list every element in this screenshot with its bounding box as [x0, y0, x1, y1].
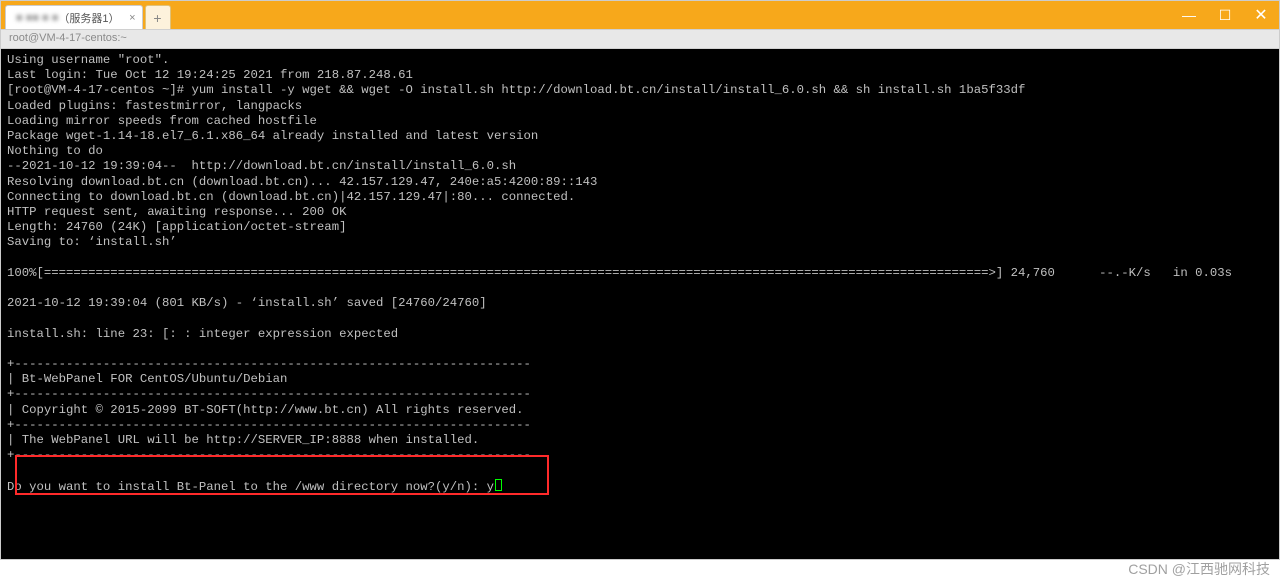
terminal-line: Using username "root".: [7, 53, 1273, 68]
terminal-line: [7, 251, 1273, 266]
terminal-line: Nothing to do: [7, 144, 1273, 159]
app-window: ■ ■■ ■ ■ （服务器1） × + — ☐ ✕ root@VM-4-17-c…: [0, 0, 1280, 560]
terminal-output[interactable]: Using username "root".Last login: Tue Oc…: [1, 49, 1279, 559]
watermark: CSDN @江西驰网科技: [1128, 559, 1270, 579]
close-window-icon: ✕: [1254, 5, 1267, 25]
terminal-line: HTTP request sent, awaiting response... …: [7, 205, 1273, 220]
terminal-line: [7, 311, 1273, 326]
tab-server-1[interactable]: ■ ■■ ■ ■ （服务器1） ×: [5, 5, 143, 29]
terminal-line: +---------------------------------------…: [7, 448, 1273, 463]
terminal-line: [root@VM-4-17-centos ~]# yum install -y …: [7, 83, 1273, 98]
terminal-line: --2021-10-12 19:39:04-- http://download.…: [7, 159, 1273, 174]
terminal-line: Connecting to download.bt.cn (download.b…: [7, 190, 1273, 205]
close-window-button[interactable]: ✕: [1243, 1, 1279, 29]
terminal-line: Last login: Tue Oct 12 19:24:25 2021 fro…: [7, 68, 1273, 83]
tab-strip: ■ ■■ ■ ■ （服务器1） × +: [1, 1, 171, 29]
maximize-icon: ☐: [1219, 7, 1232, 24]
new-tab-button[interactable]: +: [145, 5, 171, 29]
plus-icon: +: [153, 10, 161, 26]
minimize-icon: —: [1182, 7, 1196, 23]
terminal-line: +---------------------------------------…: [7, 357, 1273, 372]
close-icon[interactable]: ×: [129, 12, 135, 24]
tab-label-suffix: （服务器1）: [58, 10, 119, 26]
terminal-line: | Bt-WebPanel FOR CentOS/Ubuntu/Debian: [7, 372, 1273, 387]
terminal-line: [7, 463, 1273, 478]
tab-label-blurred: ■ ■■ ■ ■: [16, 12, 58, 24]
terminal-line: install.sh: line 23: [: : integer expres…: [7, 327, 1273, 342]
titlebar: ■ ■■ ■ ■ （服务器1） × + — ☐ ✕: [1, 1, 1279, 29]
terminal-line: [7, 281, 1273, 296]
terminal-line: | The WebPanel URL will be http://SERVER…: [7, 433, 1273, 448]
terminal-line: Saving to: ‘install.sh’: [7, 235, 1273, 250]
terminal-line: [7, 342, 1273, 357]
terminal-line: 2021-10-12 19:39:04 (801 KB/s) - ‘instal…: [7, 296, 1273, 311]
terminal-line: Loading mirror speeds from cached hostfi…: [7, 114, 1273, 129]
window-controls: — ☐ ✕: [1171, 1, 1279, 29]
terminal-line: +---------------------------------------…: [7, 387, 1273, 402]
maximize-button[interactable]: ☐: [1207, 1, 1243, 29]
terminal-line: Package wget-1.14-18.el7_6.1.x86_64 alre…: [7, 129, 1273, 144]
terminal-line: 100%[===================================…: [7, 266, 1273, 281]
terminal-line: Do you want to install Bt-Panel to the /…: [7, 479, 1273, 495]
terminal-line: Resolving download.bt.cn (download.bt.cn…: [7, 175, 1273, 190]
address-text: root@VM-4-17-centos:~: [9, 32, 127, 44]
address-bar[interactable]: root@VM-4-17-centos:~: [1, 29, 1279, 49]
terminal-line: Loaded plugins: fastestmirror, langpacks: [7, 99, 1273, 114]
cursor-icon: [495, 479, 502, 491]
minimize-button[interactable]: —: [1171, 1, 1207, 29]
terminal-line: | Copyright © 2015-2099 BT-SOFT(http://w…: [7, 403, 1273, 418]
terminal-line: +---------------------------------------…: [7, 418, 1273, 433]
terminal-line: Length: 24760 (24K) [application/octet-s…: [7, 220, 1273, 235]
